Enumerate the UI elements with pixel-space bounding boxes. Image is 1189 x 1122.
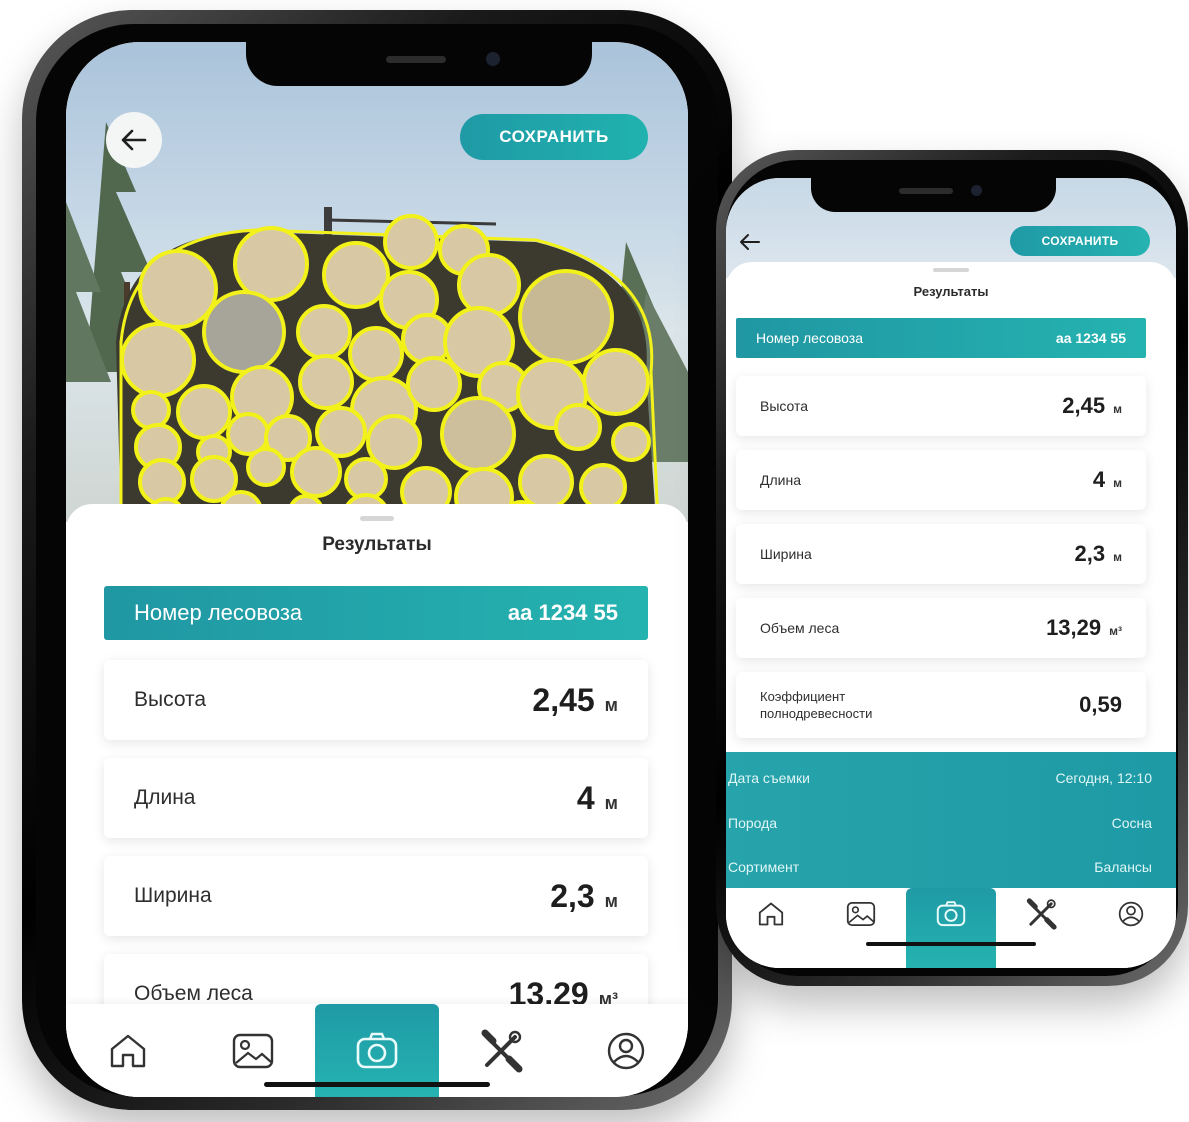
info-row-date: Дата съемки Сегодня, 12:10 (726, 770, 1176, 786)
camera-icon (936, 901, 966, 927)
truck-number-row: Номер лесовоза аа 1234 55 (736, 318, 1146, 358)
arrow-left-icon (740, 234, 760, 250)
save-button[interactable]: СОХРАНИТЬ (1010, 226, 1150, 256)
profile-icon (607, 1032, 645, 1069)
metric-unit: м (604, 694, 618, 715)
nav-profile[interactable] (1086, 888, 1176, 968)
back-button[interactable] (106, 112, 162, 168)
metric-label-line1: Коэффициент (760, 689, 846, 704)
metric-card-length: Длина 4м (736, 450, 1146, 510)
home-indicator (866, 942, 1036, 946)
metric-label: Коэффициент полнодревесности (760, 688, 872, 722)
metric-label: Длина (134, 786, 196, 809)
info-label: Порода (728, 815, 778, 831)
sheet-handle[interactable] (360, 516, 394, 521)
metric-unit: м (604, 890, 618, 911)
metric-card-volume: Объем леса 13,29 м³ (736, 598, 1146, 658)
sheet-handle[interactable] (933, 268, 969, 272)
save-button[interactable]: СОХРАНИТЬ (460, 114, 648, 160)
tools-icon (1026, 898, 1057, 930)
truck-number-label: Номер лесовоза (756, 330, 863, 346)
back-button[interactable] (730, 222, 770, 262)
profile-icon (1118, 901, 1144, 927)
info-label: Сортимент (728, 859, 800, 875)
phone-screen: СОХРАНИТЬ Результаты Номер лесовоза аа 1… (66, 42, 688, 1097)
metric-value: 2,3 (550, 877, 595, 914)
metric-card-width: Ширина 2,3 м (104, 856, 648, 936)
info-label: Дата съемки (728, 770, 810, 786)
info-value: Сегодня, 12:10 (1055, 770, 1152, 786)
metric-card-length: Длина 4м (104, 758, 648, 838)
truck-number-row: Номер лесовоза аа 1234 55 (104, 586, 648, 640)
arrow-left-icon (121, 129, 147, 151)
metric-card-height: Высота 2,45 м (104, 660, 648, 740)
bottom-nav (726, 888, 1176, 968)
info-value: Сосна (1111, 815, 1152, 831)
metric-label: Ширина (760, 546, 812, 562)
info-value: Балансы (1094, 859, 1152, 875)
results-title: Результаты (913, 284, 989, 299)
home-indicator (264, 1082, 490, 1087)
metric-label: Объем леса (760, 620, 840, 636)
home-icon (111, 1034, 146, 1067)
metric-card-density: Коэффициент полнодревесности 0,59 (736, 672, 1146, 738)
metric-value: 2,45 (1062, 393, 1106, 418)
nav-camera[interactable] (906, 888, 996, 968)
truck-number-label: Номер лесовоза (134, 600, 303, 625)
metric-unit: м³ (1109, 624, 1122, 638)
notch (811, 178, 1056, 212)
metric-value: 2,3 (1074, 541, 1106, 566)
truck-number-value: аа 1234 55 (1055, 330, 1126, 346)
metric-label: Высота (134, 688, 207, 711)
home-icon (758, 902, 784, 926)
metric-value: 0,59 (1079, 692, 1122, 717)
metric-value: 4 (576, 779, 595, 816)
results-sheet: Результаты Номер лесовоза аа 1234 55 Выс… (726, 262, 1176, 968)
metric-unit: м (1113, 402, 1122, 416)
metric-label: Объем леса (134, 982, 253, 1005)
truck-number-value: аа 1234 55 (507, 600, 618, 625)
info-row-assortment: Сортимент Балансы (726, 859, 1176, 875)
metric-value: 4 (1092, 467, 1106, 492)
tools-icon (481, 1029, 523, 1072)
capture-info-band: Дата съемки Сегодня, 12:10 Порода Сосна … (726, 752, 1176, 892)
nav-gallery[interactable] (816, 888, 906, 968)
nav-home[interactable] (726, 888, 816, 968)
metric-label: Высота (760, 398, 809, 414)
metric-unit: м (604, 792, 618, 813)
phone-mockup-small: СОХРАНИТЬ Результаты Номер лесовоза аа 1… (716, 150, 1188, 986)
camera-icon (356, 1032, 398, 1068)
metric-value: 2,45 (532, 681, 595, 718)
info-row-species: Порода Сосна (726, 815, 1176, 831)
metric-card-width: Ширина 2,3 м (736, 524, 1146, 584)
metric-unit: м (1113, 550, 1122, 564)
metric-label: Ширина (134, 884, 212, 907)
metric-unit: м (1113, 476, 1122, 490)
phone-mockup-large: СОХРАНИТЬ Результаты Номер лесовоза аа 1… (22, 10, 732, 1110)
results-title: Результаты (322, 534, 432, 555)
front-camera (971, 185, 982, 196)
speaker (386, 56, 446, 63)
nav-profile[interactable] (564, 1004, 688, 1097)
gallery-icon (232, 1033, 273, 1068)
phone-screen: СОХРАНИТЬ Результаты Номер лесовоза аа 1… (726, 178, 1176, 968)
nav-tools[interactable] (996, 888, 1086, 968)
metric-card-height: Высота 2,45 м (736, 376, 1146, 436)
notch (246, 42, 592, 86)
gallery-icon (846, 901, 876, 927)
metric-value: 13,29 (1046, 615, 1102, 640)
nav-home[interactable] (66, 1004, 190, 1097)
metric-label: Длина (760, 472, 801, 488)
metric-label-line2: полнодревесности (760, 706, 873, 721)
front-camera (486, 52, 500, 66)
speaker (899, 188, 953, 194)
